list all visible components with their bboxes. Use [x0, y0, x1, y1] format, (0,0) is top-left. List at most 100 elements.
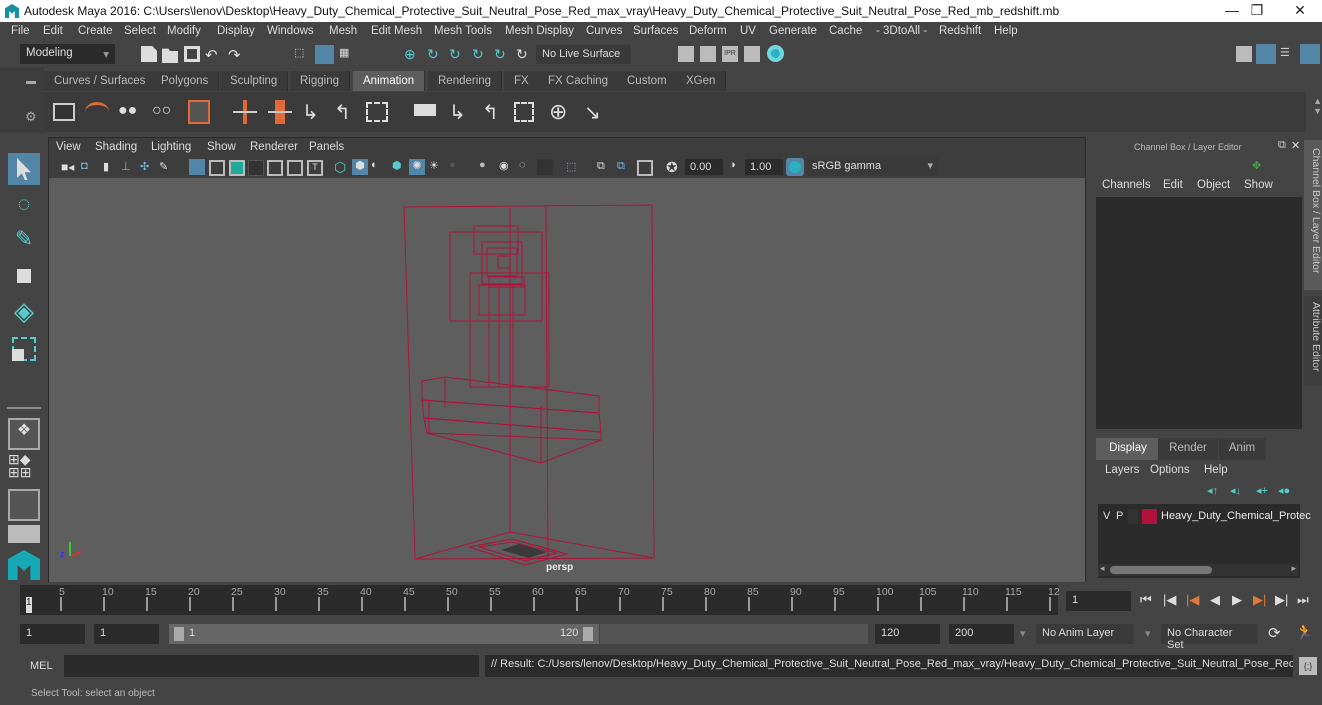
unghost-icon[interactable]: ○○ — [152, 102, 171, 119]
range-slider-track[interactable] — [600, 624, 868, 644]
two-pane-layout-icon[interactable] — [8, 489, 40, 521]
tool-settings-icon[interactable]: ☰ — [1280, 46, 1296, 62]
channel-list[interactable] — [1096, 197, 1302, 429]
grid-toggle-icon[interactable] — [189, 159, 205, 175]
shelf-tab-fx[interactable]: FX — [504, 71, 540, 91]
motion-trail-icon[interactable] — [85, 102, 109, 122]
resolution-gate-icon[interactable] — [229, 160, 245, 176]
viewport-menu-show[interactable]: Show — [207, 141, 236, 153]
menu-deform[interactable]: Deform — [689, 25, 727, 37]
auto-key-icon[interactable]: ⟳ — [1268, 624, 1281, 642]
new-scene-icon[interactable] — [141, 46, 157, 62]
perspective-viewport[interactable]: z persp — [49, 178, 1085, 582]
ambient-occlusion-icon[interactable]: ● — [449, 159, 465, 175]
snap-curve-icon[interactable]: ↻ — [427, 46, 443, 62]
menu-create[interactable]: Create — [78, 25, 113, 37]
set-key-icon[interactable] — [233, 100, 257, 124]
shelf-tab-fx-caching[interactable]: FX Caching — [538, 71, 620, 91]
shelf-tab-rigging[interactable]: Rigging — [290, 71, 350, 91]
depth-of-field-icon[interactable]: ◌ — [519, 159, 535, 175]
script-editor-icon[interactable]: {;} — [1299, 657, 1317, 675]
shelf-tab-polygons[interactable]: Polygons — [151, 71, 220, 91]
live-surface-field[interactable]: No Live Surface — [536, 45, 631, 64]
step-back-frame-icon[interactable]: |◀ — [1163, 592, 1176, 608]
smooth-shade-icon[interactable]: ⬢ — [352, 159, 368, 175]
animation-preferences-icon[interactable]: 🏃 — [1295, 623, 1314, 641]
end-time-field[interactable]: 200 — [949, 624, 1014, 644]
shelf-tab-animation[interactable]: Animation — [353, 71, 426, 91]
range-slider[interactable]: 1 120 — [169, 624, 599, 644]
channels-edit-menu[interactable]: Edit — [1163, 179, 1183, 191]
layer-help-menu[interactable]: Help — [1204, 464, 1228, 476]
menu-help[interactable]: Help — [994, 25, 1018, 37]
exposure-field[interactable]: 0.00 — [685, 159, 723, 175]
channels-object-menu[interactable]: Object — [1197, 179, 1230, 191]
viewport-menu-view[interactable]: View — [56, 141, 81, 153]
play-backwards-icon[interactable]: ◀ — [1210, 592, 1220, 608]
isolate-select-icon[interactable]: ⬚ — [566, 160, 582, 176]
safe-action-icon[interactable] — [287, 160, 303, 176]
menu-generate[interactable]: Generate — [769, 25, 817, 37]
menu-3dtoall[interactable]: - 3DtoAll - — [876, 25, 927, 37]
shelf-tab-menu-icon[interactable] — [26, 81, 36, 84]
save-scene-icon[interactable] — [184, 46, 200, 62]
time-slider[interactable]: 1 5 10 15 20 25 30 35 40 45 50 55 60 65 70 75 80 85 90 95 1… — [20, 585, 1060, 615]
key-translate-icon[interactable]: ↳ — [302, 100, 319, 124]
menu-curves[interactable]: Curves — [586, 25, 622, 37]
attribute-editor-toggle-icon[interactable] — [1256, 44, 1276, 64]
render-current-frame-icon[interactable] — [700, 46, 716, 62]
layer-row[interactable]: V P Heavy_Duty_Chemical_Protec — [1098, 508, 1311, 526]
layer-color-swatch[interactable] — [1142, 509, 1157, 524]
wireframe-icon[interactable]: ⬡ — [334, 159, 350, 175]
point-constraint-icon[interactable]: ↳ — [449, 100, 466, 124]
menu-redshift[interactable]: Redshift — [939, 25, 981, 37]
menu-select[interactable]: Select — [124, 25, 156, 37]
field-chart-icon[interactable] — [267, 160, 283, 176]
select-hierarchy-icon[interactable]: ⬚ — [294, 46, 310, 62]
render-view-icon[interactable] — [678, 46, 694, 62]
bake-simulation-icon[interactable] — [188, 100, 210, 124]
xray-active-icon[interactable]: ⧉ — [617, 160, 633, 176]
new-empty-layer-icon[interactable]: ◂+ — [1256, 484, 1268, 497]
channels-menu[interactable]: Channels — [1102, 179, 1151, 191]
lasso-tool-icon[interactable]: ◌ — [8, 191, 40, 223]
grease-pencil-icon[interactable]: ✎ — [159, 160, 175, 176]
close-button[interactable]: ✕ — [1280, 2, 1320, 20]
bookmark-icon[interactable]: ▮ — [103, 160, 119, 176]
parent-constraint-icon[interactable] — [414, 104, 436, 116]
wireframe-on-shaded-icon[interactable]: ◐ — [371, 159, 387, 175]
move-tool-icon[interactable] — [8, 261, 40, 293]
shelf-tab-xgen[interactable]: XGen — [676, 71, 727, 91]
menu-modify[interactable]: Modify — [167, 25, 201, 37]
play-forwards-icon[interactable]: ▶ — [1232, 592, 1242, 608]
open-scene-icon[interactable] — [162, 48, 178, 63]
restore-button[interactable]: ❐ — [1237, 2, 1277, 20]
film-gate-icon[interactable] — [209, 160, 225, 176]
playblast-icon[interactable] — [53, 103, 75, 121]
menu-cache[interactable]: Cache — [829, 25, 862, 37]
viewport-menu-panels[interactable]: Panels — [309, 141, 344, 153]
go-to-end-icon[interactable]: ⏭ — [1297, 592, 1309, 608]
anti-aliasing-icon[interactable]: ◉ — [499, 159, 515, 175]
make-live-icon[interactable]: ↻ — [516, 46, 532, 62]
gamma-field[interactable]: 1.00 — [745, 159, 783, 175]
step-forward-frame-icon[interactable]: ▶| — [1275, 592, 1288, 608]
color-space-dropdown[interactable]: sRGB gamma ▾ — [807, 158, 939, 176]
layer-horizontal-scrollbar[interactable]: ◂ ▸ — [1098, 563, 1298, 576]
gamma-icon[interactable]: ◑ — [729, 159, 745, 175]
menu-mesh[interactable]: Mesh — [329, 25, 357, 37]
current-frame-field[interactable]: 1 — [1066, 591, 1131, 611]
playback-start-field[interactable]: 1 — [94, 624, 159, 644]
snap-view-plane-icon[interactable]: ↻ — [472, 46, 488, 62]
shelf-scroll-icon[interactable]: ▲ ▼ — [1313, 96, 1322, 116]
render-settings-icon[interactable] — [744, 46, 760, 62]
snap-point-icon[interactable]: ↻ — [449, 46, 465, 62]
menu-display[interactable]: Display — [217, 25, 255, 37]
new-layer-selected-icon[interactable]: ◂● — [1278, 484, 1290, 497]
menu-uv[interactable]: UV — [740, 25, 756, 37]
menu-mesh-display[interactable]: Mesh Display — [505, 25, 574, 37]
axis-toggle-icon[interactable]: ✥ — [1252, 159, 1261, 172]
single-perspective-layout-icon[interactable]: ❖ — [8, 418, 40, 450]
layer-tab-anim[interactable]: Anim — [1219, 438, 1265, 460]
backface-culling-icon[interactable] — [637, 160, 653, 176]
